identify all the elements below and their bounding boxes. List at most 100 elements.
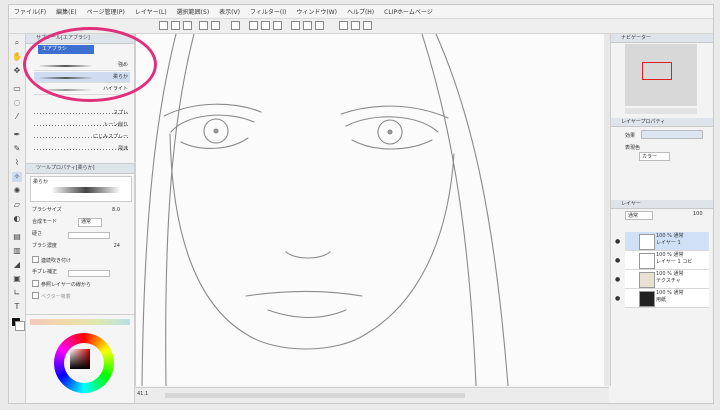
- move-icon[interactable]: ✥: [12, 66, 22, 76]
- lower-lip: [267, 309, 347, 319]
- canvas-scrollbar[interactable]: [604, 34, 610, 386]
- hair-left-outer: [141, 34, 177, 386]
- effect-icons[interactable]: [641, 130, 703, 139]
- select-icon[interactable]: [261, 21, 270, 30]
- deselect-icon[interactable]: [273, 21, 282, 30]
- hue-ring[interactable]: [54, 333, 114, 393]
- zoom-readout[interactable]: 41.1: [137, 391, 148, 397]
- ruler-tool-icon[interactable]: ∟: [12, 288, 22, 298]
- vector-checkbox[interactable]: [32, 292, 39, 299]
- ref-layer-checkbox[interactable]: [32, 280, 39, 287]
- layer-row[interactable]: ● 100 % 通常 レイヤー 1 コピ: [615, 251, 709, 270]
- brush-size-row: ブラシサイズ 8.0: [32, 206, 130, 215]
- eyedropper-icon[interactable]: ⁄: [12, 112, 22, 122]
- open-icon[interactable]: [171, 21, 180, 30]
- menu-page[interactable]: ページ管理(P): [82, 7, 130, 16]
- undo-icon[interactable]: [199, 21, 208, 30]
- tool-palette: ⌕ ✋ ✥ ▭ ◌ ⁄ ✒ ✎ ⌇ ✧ ✺ ▱ ◐ ▤ ▥ ◢ ▣ ∟ T: [9, 34, 26, 403]
- layer-row[interactable]: ● 100 % 通常 レイヤー 1: [615, 232, 709, 251]
- hand-icon[interactable]: ✋: [12, 52, 22, 62]
- layer-row[interactable]: ● 100 % 通常 用紙: [615, 289, 709, 308]
- stabilization-slider[interactable]: [68, 270, 110, 277]
- effect-label: 効果: [625, 133, 636, 139]
- menu-view[interactable]: 表示(V): [214, 7, 245, 16]
- blend-mode-value[interactable]: 通常: [78, 218, 103, 227]
- navigator-preview[interactable]: [625, 44, 697, 106]
- color-swatch-row: [30, 319, 130, 325]
- gradient-icon[interactable]: ▥: [12, 246, 22, 256]
- preset-spray[interactable]: スプレ: [34, 108, 130, 119]
- text-icon[interactable]: T: [12, 302, 22, 312]
- layer-row[interactable]: ● 100 % 通常 テクスチャ: [615, 270, 709, 289]
- navigator-viewport[interactable]: [642, 62, 672, 80]
- saturation-square[interactable]: [70, 349, 90, 369]
- eye-icon[interactable]: ●: [615, 257, 620, 264]
- vector-row[interactable]: ベクター吸着: [32, 292, 130, 301]
- fill-icon[interactable]: ▤: [12, 232, 22, 242]
- expression-color-select[interactable]: カラー: [639, 152, 671, 161]
- left-eye-upper: [170, 114, 255, 133]
- figure-icon[interactable]: ◢: [12, 260, 22, 270]
- new-icon[interactable]: [159, 21, 168, 30]
- marquee-icon[interactable]: ▭: [12, 84, 22, 94]
- menu-help[interactable]: ヘルプ(H): [342, 7, 379, 16]
- preset-label: にじみスプレー: [92, 134, 128, 140]
- menu-window[interactable]: ウィンドウ(W): [291, 7, 342, 16]
- menu-layer[interactable]: レイヤー(L): [130, 7, 172, 16]
- menu-selection[interactable]: 選択範囲(S): [172, 7, 215, 16]
- decoration-icon[interactable]: ✺: [12, 186, 22, 196]
- layer-blend-select[interactable]: 通常: [625, 211, 654, 220]
- menu-file[interactable]: ファイル(F): [9, 7, 51, 16]
- menu-homepage[interactable]: CLIPホームページ: [379, 7, 438, 16]
- expand-icon[interactable]: [315, 21, 324, 30]
- preset-tone-scrape[interactable]: トーン削り: [34, 120, 130, 131]
- menu-filter[interactable]: フィルター(I): [245, 7, 291, 16]
- ref-layer-row[interactable]: 参照レイヤーの線から: [32, 280, 130, 289]
- sub-color-swatch[interactable]: [15, 321, 25, 331]
- hardness-label: 硬さ: [32, 231, 43, 237]
- invert-icon[interactable]: [291, 21, 300, 30]
- continuous-spray-row[interactable]: 連続吹き付け: [32, 256, 130, 265]
- density-value[interactable]: 24: [114, 242, 120, 251]
- layer-name: レイヤー 1: [656, 240, 681, 246]
- left-pupil: [213, 128, 219, 134]
- frame-icon[interactable]: ▣: [12, 274, 22, 284]
- eye-icon[interactable]: ●: [615, 276, 620, 283]
- sketch-drawing: [141, 34, 509, 386]
- preset-splash[interactable]: 飛沫: [34, 144, 130, 155]
- snap-icon[interactable]: [339, 21, 348, 30]
- eye-icon[interactable]: ●: [615, 295, 620, 302]
- save-icon[interactable]: [183, 21, 192, 30]
- blend-icon[interactable]: ◐: [12, 214, 22, 224]
- preset-bleed-spray[interactable]: にじみスプレー: [34, 132, 130, 143]
- layer-opacity-mode: 100 % 通常: [656, 252, 684, 258]
- status-bar: 41.1: [135, 387, 609, 403]
- eraser-icon[interactable]: ▱: [12, 200, 22, 210]
- expression-color-label: 表現色: [625, 145, 641, 151]
- brush-size-value[interactable]: 8.0: [112, 206, 120, 215]
- pen-icon[interactable]: ✒: [12, 130, 22, 140]
- stabilization-label: 手ブレ補正: [32, 269, 58, 275]
- navigator-title: ナビゲーター: [611, 34, 713, 43]
- hardness-slider[interactable]: [68, 232, 110, 239]
- transform-icon[interactable]: [249, 21, 258, 30]
- redo-icon[interactable]: [211, 21, 220, 30]
- clear-icon[interactable]: [231, 21, 240, 30]
- grid-icon[interactable]: [363, 21, 372, 30]
- mouth: [245, 290, 363, 297]
- eye-icon[interactable]: ●: [615, 238, 620, 245]
- zoom-icon[interactable]: ⌕: [12, 38, 22, 48]
- pencil-icon[interactable]: ✎: [12, 144, 22, 154]
- horizontal-scrollbar[interactable]: [165, 393, 465, 398]
- lasso-icon[interactable]: ◌: [12, 98, 22, 108]
- continuous-spray-checkbox[interactable]: [32, 256, 39, 263]
- airbrush-icon[interactable]: ✧: [12, 172, 22, 182]
- layer-panel: レイヤー 通常 100 ● 100 % 通常 レイヤー 1 ● 100 % 通常レ…: [611, 200, 713, 308]
- canvas[interactable]: [135, 34, 611, 386]
- ruler-icon[interactable]: [351, 21, 360, 30]
- crop-icon[interactable]: [303, 21, 312, 30]
- brush-icon[interactable]: ⌇: [12, 158, 22, 168]
- menu-edit[interactable]: 編集(E): [51, 7, 81, 16]
- preset-label: トーン削り: [103, 122, 128, 128]
- layer-opacity-value[interactable]: 100: [693, 211, 703, 217]
